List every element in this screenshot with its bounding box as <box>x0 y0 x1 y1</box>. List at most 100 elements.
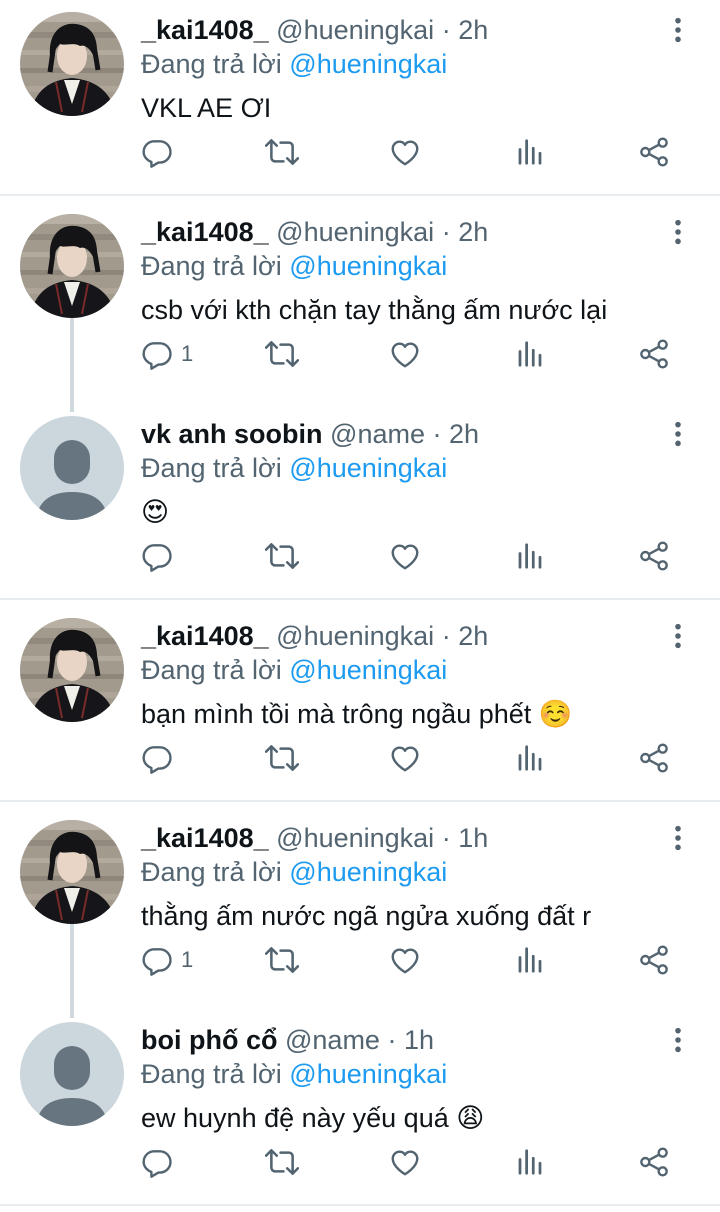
view-stats-button[interactable] <box>515 1140 545 1184</box>
replying-to-label: Đang trả lời <box>141 857 282 887</box>
separator-dot: · <box>434 621 459 651</box>
tweet-reply[interactable]: boi phố cổ @name · 1h Đang trả lời @huen… <box>0 1010 720 1212</box>
avatar[interactable] <box>20 416 124 520</box>
replying-to-label: Đang trả lời <box>141 49 282 79</box>
reply-mention-link[interactable]: @hueningkai <box>289 1059 447 1089</box>
bar-chart-icon <box>515 1147 545 1177</box>
like-button[interactable] <box>389 534 421 578</box>
share-icon <box>638 540 670 572</box>
like-button[interactable] <box>389 1140 421 1184</box>
retweet-icon <box>265 943 299 977</box>
timestamp[interactable]: 1h <box>404 1025 434 1055</box>
retweet-button[interactable] <box>265 938 299 982</box>
display-name[interactable]: _kai1408_ <box>141 823 269 853</box>
user-handle[interactable]: @name <box>330 419 425 449</box>
like-button[interactable] <box>389 736 421 780</box>
reply-mention-link[interactable]: @hueningkai <box>289 655 447 685</box>
avatar[interactable] <box>20 820 124 924</box>
reply-button[interactable]: 1 <box>141 332 193 376</box>
more-options-icon[interactable] <box>664 824 692 852</box>
view-stats-button[interactable] <box>515 938 545 982</box>
display-name[interactable]: vk anh soobin <box>141 419 323 449</box>
reply-icon <box>141 1146 173 1178</box>
reply-mention-link[interactable]: @hueningkai <box>289 251 447 281</box>
tweet-header: _kai1408_ @hueningkai · 2h <box>141 620 488 652</box>
tweet-divider <box>0 598 720 600</box>
tweet-reply[interactable]: _kai1408_ @hueningkai · 1h Đang trả lời … <box>0 808 720 1018</box>
timestamp[interactable]: 2h <box>458 217 488 247</box>
timestamp[interactable]: 2h <box>458 15 488 45</box>
display-name[interactable]: _kai1408_ <box>141 217 269 247</box>
display-name[interactable]: boi phố cổ <box>141 1025 277 1055</box>
retweet-button[interactable] <box>265 736 299 780</box>
reply-mention-link[interactable]: @hueningkai <box>289 857 447 887</box>
share-button[interactable] <box>638 534 670 578</box>
timestamp[interactable]: 1h <box>458 823 488 853</box>
share-icon <box>638 1146 670 1178</box>
avatar[interactable] <box>20 12 124 116</box>
avatar[interactable] <box>20 1022 124 1126</box>
retweet-button[interactable] <box>265 534 299 578</box>
tweet-divider <box>0 194 720 196</box>
emoji: 😍 <box>141 497 170 527</box>
more-options-icon[interactable] <box>664 420 692 448</box>
tweet-text-body: bạn mình tồi mà trông ngầu phết <box>141 699 532 729</box>
avatar[interactable] <box>20 214 124 318</box>
more-options-icon[interactable] <box>664 1026 692 1054</box>
view-stats-button[interactable] <box>515 534 545 578</box>
tweet-reply[interactable]: _kai1408_ @hueningkai · 2h Đang trả lời … <box>0 0 720 202</box>
display-name[interactable]: _kai1408_ <box>141 15 269 45</box>
user-handle[interactable]: @name <box>285 1025 380 1055</box>
view-stats-button[interactable] <box>515 130 545 174</box>
avatar[interactable] <box>20 618 124 722</box>
tweet-reply[interactable]: _kai1408_ @hueningkai · 2h Đang trả lời … <box>0 202 720 412</box>
retweet-button[interactable] <box>265 332 299 376</box>
view-stats-button[interactable] <box>515 736 545 780</box>
like-button[interactable] <box>389 938 421 982</box>
bar-chart-icon <box>515 541 545 571</box>
emoji: 😩 <box>456 1103 485 1133</box>
replying-to: Đang trả lời @hueningkai <box>141 654 447 686</box>
replying-to: Đang trả lời @hueningkai <box>141 48 447 80</box>
reply-button[interactable] <box>141 736 181 780</box>
heart-icon <box>389 742 421 774</box>
heart-icon <box>389 540 421 572</box>
share-button[interactable] <box>638 332 670 376</box>
like-button[interactable] <box>389 130 421 174</box>
tweet-reply[interactable]: vk anh soobin @name · 2h Đang trả lời @h… <box>0 404 720 606</box>
like-button[interactable] <box>389 332 421 376</box>
reply-mention-link[interactable]: @hueningkai <box>289 453 447 483</box>
bar-chart-icon <box>515 137 545 167</box>
more-options-icon[interactable] <box>664 16 692 44</box>
tweet-text-body: csb với kth chặn tay thằng ấm nước lại <box>141 295 608 325</box>
reply-button[interactable] <box>141 130 181 174</box>
tweet-header: vk anh soobin @name · 2h <box>141 418 479 450</box>
reply-mention-link[interactable]: @hueningkai <box>289 49 447 79</box>
share-button[interactable] <box>638 938 670 982</box>
display-name[interactable]: _kai1408_ <box>141 621 269 651</box>
tweet-reply[interactable]: _kai1408_ @hueningkai · 2h Đang trả lời … <box>0 606 720 808</box>
timestamp[interactable]: 2h <box>449 419 479 449</box>
user-handle[interactable]: @hueningkai <box>276 15 434 45</box>
timestamp[interactable]: 2h <box>458 621 488 651</box>
retweet-button[interactable] <box>265 130 299 174</box>
share-button[interactable] <box>638 1140 670 1184</box>
replying-to: Đang trả lời @hueningkai <box>141 856 447 888</box>
reply-button[interactable] <box>141 534 181 578</box>
reply-icon <box>141 338 173 370</box>
more-options-icon[interactable] <box>664 218 692 246</box>
reply-button[interactable] <box>141 1140 181 1184</box>
tweet-text: csb với kth chặn tay thằng ấm nước lại <box>141 292 607 328</box>
retweet-icon <box>265 1145 299 1179</box>
user-handle[interactable]: @hueningkai <box>276 217 434 247</box>
user-handle[interactable]: @hueningkai <box>276 621 434 651</box>
user-handle[interactable]: @hueningkai <box>276 823 434 853</box>
retweet-button[interactable] <box>265 1140 299 1184</box>
view-stats-button[interactable] <box>515 332 545 376</box>
reply-button[interactable]: 1 <box>141 938 193 982</box>
more-options-icon[interactable] <box>664 622 692 650</box>
share-button[interactable] <box>638 130 670 174</box>
share-button[interactable] <box>638 736 670 780</box>
tweet-text-body: ew huynh đệ này yếu quá <box>141 1103 449 1133</box>
separator-dot: · <box>425 419 449 449</box>
